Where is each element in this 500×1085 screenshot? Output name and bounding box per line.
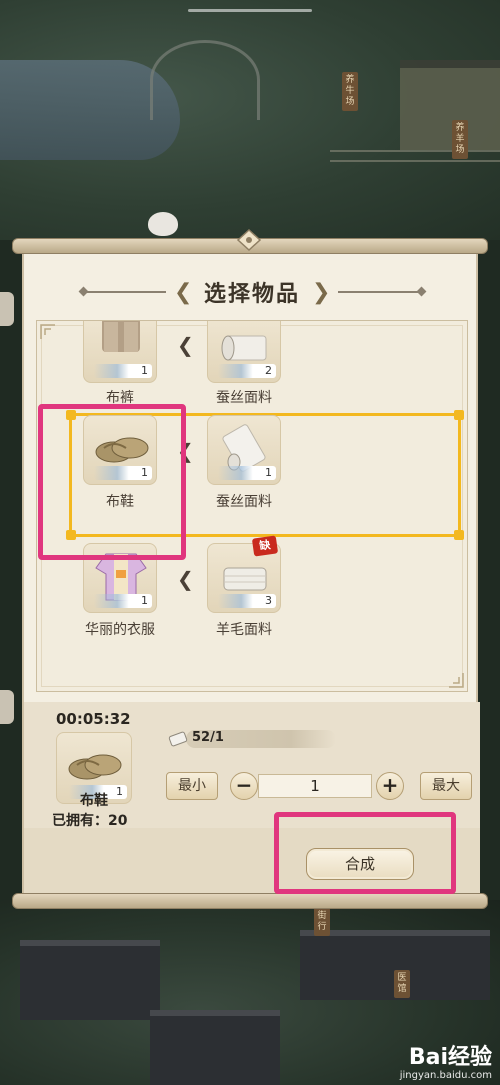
recipe-row[interactable]: 1 布裤 ❮ 2 蚕丝面料 xyxy=(37,321,467,407)
material-name: 羊毛面料 xyxy=(216,622,272,638)
chevron-left-icon: ❮ xyxy=(174,280,193,305)
rabbit-icon xyxy=(148,212,178,236)
quantity-input[interactable]: 1 xyxy=(258,774,372,798)
sign-shop: 街行 xyxy=(314,908,330,936)
farm-house xyxy=(400,60,500,150)
material-name: 蚕丝面料 xyxy=(216,390,272,406)
plus-button[interactable]: + xyxy=(376,772,404,800)
product-slot[interactable]: 1 xyxy=(83,321,157,383)
min-button[interactable]: 最小 xyxy=(166,772,218,800)
material-slot[interactable]: 2 xyxy=(207,321,281,383)
arched-bridge xyxy=(150,40,260,120)
material-requirement: 52/1 xyxy=(166,728,336,750)
fence xyxy=(330,150,500,162)
watermark-url: jingyan.baidu.com xyxy=(399,1070,492,1081)
title-divider-right xyxy=(338,291,418,293)
house-roof xyxy=(150,1010,280,1085)
dialog-title: 选择物品 xyxy=(203,282,300,307)
minus-button[interactable]: − xyxy=(230,772,258,800)
missing-badge: 缺 xyxy=(251,535,279,557)
quantity-tag: 3 xyxy=(218,594,276,608)
scroll-rod-bottom xyxy=(12,893,488,909)
side-tab[interactable] xyxy=(0,292,14,326)
quantity-tag: 1 xyxy=(218,466,276,480)
chevron-left-icon: ❮ xyxy=(177,333,194,357)
fabric-roll-icon xyxy=(168,731,188,747)
quantity-tag: 1 xyxy=(94,594,152,608)
quantity-tag: 2 xyxy=(218,364,276,378)
house-roof xyxy=(20,940,160,1020)
craft-item-name: 布鞋 xyxy=(80,793,108,809)
annotation-highlight-item xyxy=(38,404,186,560)
dialog-header: ❮ 选择物品 ❯ xyxy=(24,274,480,310)
quantity-tag: 1 xyxy=(94,364,152,378)
product-name: 华丽的衣服 xyxy=(85,622,155,638)
divider-dot xyxy=(416,286,427,297)
sign-sheep-farm: 养羊场 xyxy=(452,120,468,159)
max-button[interactable]: 最大 xyxy=(420,772,472,800)
craft-timer: 00:05:32 xyxy=(56,710,131,728)
knot-ornament-icon xyxy=(236,228,262,252)
home-indicator xyxy=(188,9,312,12)
side-tab[interactable] xyxy=(0,690,14,724)
title-divider-left xyxy=(86,291,166,293)
select-item-dialog: ❮ 选择物品 ❯ 1 布裤 ❮ 2 蚕丝面料 1 布鞋 ❮ 1 蚕丝面料 1 华… xyxy=(22,250,480,898)
material-slot[interactable]: 1 xyxy=(207,415,281,485)
chevron-right-icon: ❯ xyxy=(312,280,331,305)
material-count: 52/1 xyxy=(192,730,224,745)
watermark-logo: Bai经验 xyxy=(408,1045,492,1070)
sign-clinic: 医馆 xyxy=(394,970,410,998)
baidu-watermark: Bai经验 jingyan.baidu.com xyxy=(400,1047,492,1081)
sign-cattle-farm: 养牛场 xyxy=(342,72,358,111)
corner-ornament-icon xyxy=(449,673,464,688)
annotation-highlight-craft xyxy=(274,812,456,894)
chevron-left-icon: ❮ xyxy=(177,567,194,591)
material-name: 蚕丝面料 xyxy=(216,494,272,510)
owned-count: 已拥有：20 xyxy=(52,813,128,829)
